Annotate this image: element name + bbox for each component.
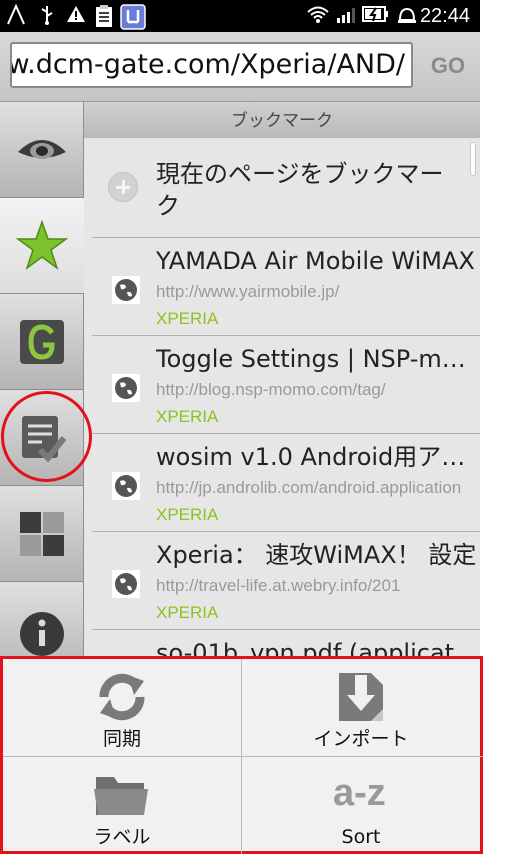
- bookmark-label: XPERIA: [156, 407, 219, 426]
- url-input[interactable]: www.dcm-gate.com/Xperia/AND/: [10, 42, 413, 88]
- go-button[interactable]: GO: [420, 46, 476, 86]
- clock-text: 22:44: [419, 5, 470, 27]
- list-item[interactable]: YAMADA Air Mobile WiMAX http://www.yairm…: [92, 238, 480, 336]
- az-sort-icon: a-z: [333, 772, 386, 814]
- signal-icon: [336, 4, 356, 28]
- globe-icon: [112, 472, 140, 500]
- tab-windows[interactable]: [0, 486, 84, 582]
- tab-google[interactable]: [0, 294, 84, 390]
- globe-icon: [112, 276, 140, 304]
- label-label: ラベル: [93, 826, 151, 848]
- wifi-icon: [306, 4, 330, 28]
- list-item[interactable]: so-01b_vpn.pdf (application: [92, 630, 480, 658]
- import-menu-item[interactable]: インポート: [242, 659, 480, 756]
- bookmark-label: XPERIA: [156, 505, 219, 524]
- alarm-icon: [396, 4, 418, 28]
- scrollbar[interactable]: [470, 142, 476, 176]
- grid-icon: [20, 512, 64, 556]
- clipboard-icon: [94, 4, 114, 28]
- bookmark-title: Xperia： 速攻WiMAX！ 設定: [156, 541, 477, 569]
- list-item[interactable]: Xperia： 速攻WiMAX！ 設定 http://travel-life.a…: [92, 532, 480, 630]
- import-icon: [339, 673, 383, 721]
- label-menu-item[interactable]: ラベル: [3, 757, 241, 854]
- panel-title: ブックマーク: [84, 102, 480, 138]
- app-icon: [120, 4, 146, 30]
- bookmark-url: http://www.yairmobile.jp/: [156, 282, 340, 301]
- bookmark-label: XPERIA: [156, 309, 219, 328]
- sort-label: Sort: [341, 826, 381, 848]
- android-icon: [6, 3, 26, 28]
- bookmark-url: http://blog.nsp-momo.com/tag/: [156, 380, 386, 399]
- side-tab-strip: [0, 102, 84, 678]
- bookmark-title: wosim v1.0 Android用アプリ: [156, 443, 480, 471]
- sync-icon: [99, 673, 145, 721]
- add-icon: [108, 172, 138, 202]
- bookmark-panel: ブックマーク 現在のページをブックマーク YAMADA Air Mobile W…: [84, 102, 480, 658]
- menu-divider: [3, 756, 483, 757]
- url-bar: www.dcm-gate.com/Xperia/AND/ GO: [0, 32, 480, 102]
- options-menu: 同期 インポート ラベル a-z Sort: [0, 656, 483, 854]
- warning-icon: [66, 4, 86, 28]
- url-text: www.dcm-gate.com/Xperia/AND/: [12, 49, 405, 80]
- usb-icon: [40, 4, 54, 28]
- bookmark-label: XPERIA: [156, 603, 219, 622]
- sort-menu-item[interactable]: a-z Sort: [242, 757, 480, 854]
- bookmark-title: so-01b_vpn.pdf (application: [156, 639, 480, 658]
- sync-menu-item[interactable]: 同期: [3, 659, 241, 756]
- eye-icon: [18, 140, 66, 159]
- add-bookmark-label: 現在のページをブックマーク: [156, 160, 444, 220]
- bookmark-title: YAMADA Air Mobile WiMAX: [156, 247, 475, 275]
- add-bookmark-row[interactable]: 現在のページをブックマーク: [92, 138, 480, 238]
- sync-label: 同期: [102, 728, 141, 750]
- tab-bookmarks[interactable]: [0, 198, 84, 294]
- globe-icon: [112, 570, 140, 598]
- svg-text:a-z: a-z: [333, 772, 386, 814]
- bookmark-list: 現在のページをブックマーク YAMADA Air Mobile WiMAX ht…: [92, 138, 480, 658]
- status-bar: 22:44: [0, 0, 480, 32]
- star-icon: [16, 220, 68, 270]
- battery-icon: [362, 4, 390, 28]
- info-icon: [20, 612, 64, 656]
- list-item[interactable]: Toggle Settings | NSP-momo http://blog.n…: [92, 336, 480, 434]
- list-item[interactable]: wosim v1.0 Android用アプリ http://jp.androli…: [92, 434, 480, 532]
- tab-most-visited[interactable]: [0, 102, 84, 198]
- annotation-circle: [1, 391, 92, 482]
- import-label: インポート: [313, 728, 409, 750]
- g-icon: [20, 320, 64, 364]
- globe-icon: [112, 374, 140, 402]
- bookmark-url: http://jp.androlib.com/android.applicati…: [156, 478, 462, 497]
- folder-icon: [94, 777, 148, 815]
- bookmark-url: http://travel-life.at.webry.info/201: [156, 576, 401, 595]
- bookmark-title: Toggle Settings | NSP-momo: [156, 345, 480, 373]
